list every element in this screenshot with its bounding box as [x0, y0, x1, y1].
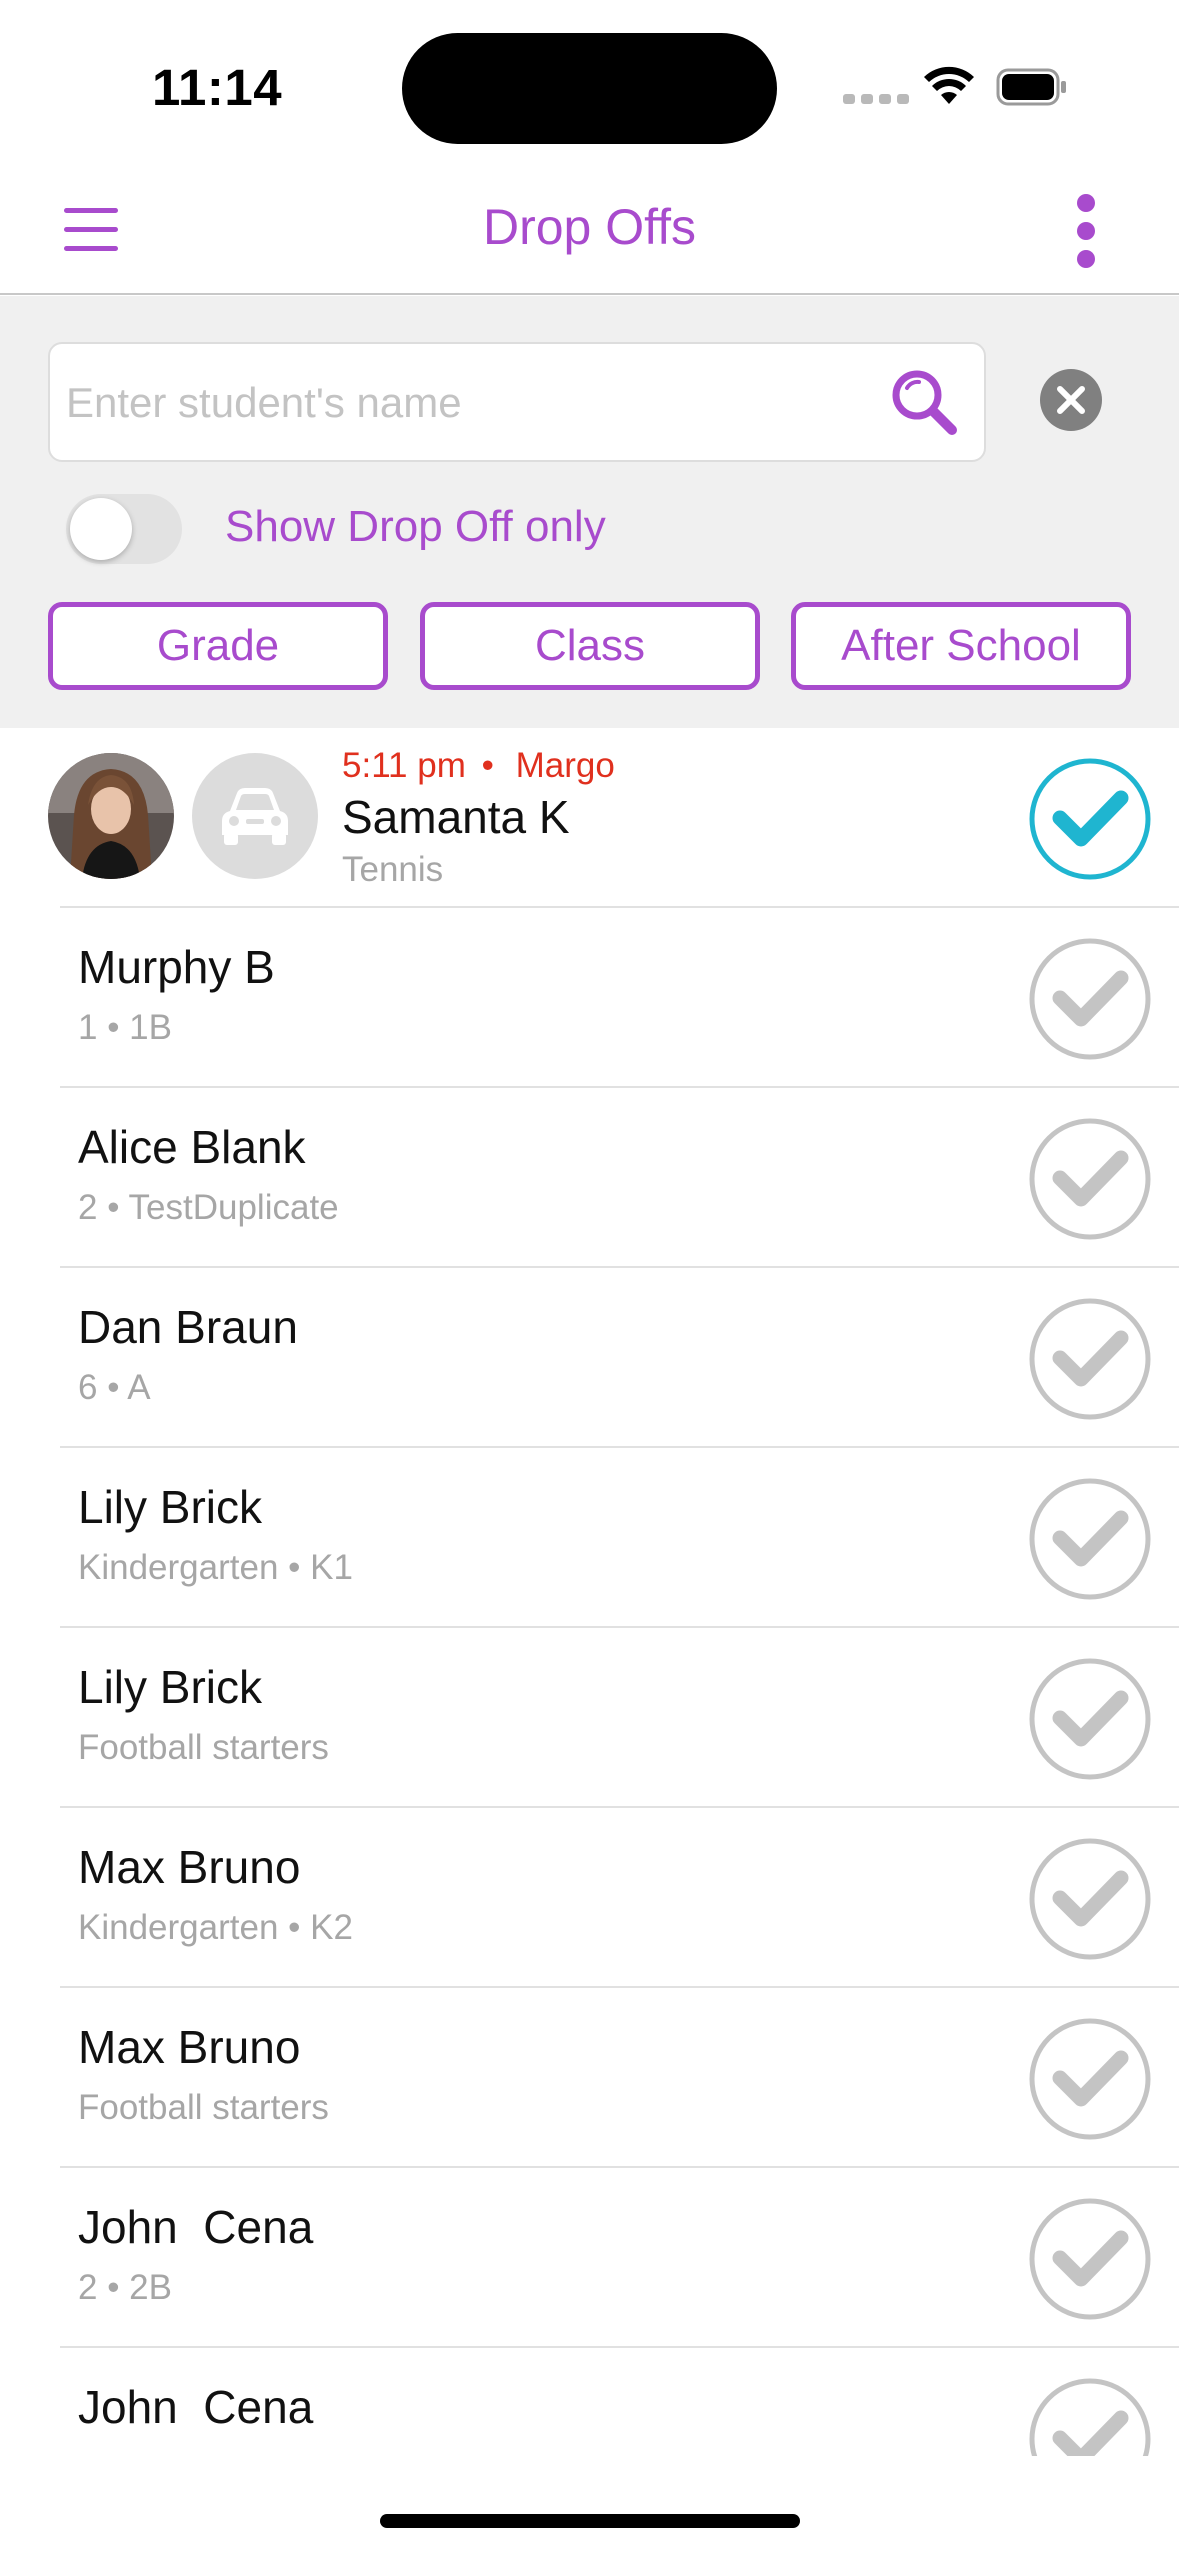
student-name: Max Bruno	[78, 2021, 301, 2073]
more-icon[interactable]	[1064, 190, 1108, 274]
list-item[interactable]: Dan Braun 6 • A	[0, 1268, 1179, 1448]
filter-panel: Show Drop Off only Grade Class After Sch…	[0, 296, 1179, 728]
car-badge	[192, 753, 318, 879]
student-list: 5:11 pm • Margo Samanta K Tennis Murphy …	[0, 728, 1179, 2456]
check-icon[interactable]	[1027, 1296, 1153, 1422]
student-class: Kindergarten • K1	[78, 1548, 353, 1587]
list-item[interactable]: Max Bruno Kindergarten • K2	[0, 1808, 1179, 1988]
signal-icon	[843, 94, 909, 104]
wifi-icon	[924, 66, 974, 104]
list-item[interactable]: Murphy B 1 • 1B	[0, 908, 1179, 1088]
status-time: 11:14	[152, 59, 283, 116]
navigation-bar: Drop Offs	[0, 170, 1179, 295]
list-item[interactable]: John Cena 2 • 2B	[0, 2168, 1179, 2348]
student-class: 6 • A	[78, 1368, 151, 1407]
class-filter-button[interactable]: Class	[420, 602, 760, 690]
check-icon[interactable]	[1027, 756, 1153, 882]
student-name: Alice Blank	[78, 1121, 306, 1173]
student-class: 1 • 1B	[78, 1008, 172, 1047]
student-class: Football starters	[78, 2088, 329, 2127]
student-name: Dan Braun	[78, 1301, 298, 1353]
student-class: 2 • TestDuplicate	[78, 1188, 339, 1227]
list-item[interactable]: 5:11 pm • Margo Samanta K Tennis	[0, 728, 1179, 908]
student-name: John Cena	[78, 2201, 314, 2253]
clear-icon[interactable]	[1040, 369, 1102, 431]
battery-icon	[996, 68, 1066, 106]
check-icon[interactable]	[1027, 1116, 1153, 1242]
search-box	[48, 342, 986, 462]
student-name: Samanta K	[342, 791, 570, 843]
student-class: Tennis	[342, 850, 444, 889]
student-name: Max Bruno	[78, 1841, 301, 1893]
drop-offs-screen: 11:14 Drop Offs Enter student's name Sho…	[0, 0, 1179, 2556]
car-icon	[222, 788, 288, 845]
check-icon[interactable]	[1027, 2196, 1153, 2322]
search-icon[interactable]	[885, 364, 965, 444]
student-name: Lily Brick	[78, 1481, 263, 1533]
list-item[interactable]: John Cena	[0, 2348, 1179, 2456]
list-item[interactable]: Lily Brick Kindergarten • K1	[0, 1448, 1179, 1628]
check-icon[interactable]	[1027, 2016, 1153, 2142]
student-class: Football starters	[78, 1728, 329, 1767]
dynamic-island	[402, 33, 777, 144]
student-name: Murphy B	[78, 941, 275, 993]
check-icon[interactable]	[1027, 2376, 1153, 2456]
check-icon[interactable]	[1027, 936, 1153, 1062]
grade-filter-button[interactable]: Grade	[48, 602, 388, 690]
status-bar: 11:14	[0, 0, 1179, 170]
home-indicator[interactable]	[380, 2514, 800, 2528]
list-item[interactable]: Alice Blank 2 • TestDuplicate	[0, 1088, 1179, 1268]
avatar	[48, 753, 174, 879]
list-item[interactable]: Max Bruno Football starters	[0, 1988, 1179, 2168]
check-icon[interactable]	[1027, 1836, 1153, 1962]
meta-separator: •	[481, 746, 494, 785]
page-title: Drop Offs	[482, 199, 697, 255]
student-name: John Cena	[78, 2381, 314, 2433]
list-item[interactable]: Lily Brick Football starters	[0, 1628, 1179, 1808]
student-class: Kindergarten • K2	[78, 1908, 353, 1947]
check-icon[interactable]	[1027, 1476, 1153, 1602]
student-class: 2 • 2B	[78, 2268, 172, 2307]
dropped-by: Margo	[515, 746, 615, 785]
after-school-filter-button[interactable]: After School	[791, 602, 1131, 690]
drop-off-only-toggle[interactable]	[66, 494, 182, 564]
search-input[interactable]	[66, 364, 886, 442]
drop-off-meta: 5:11 pm • Margo	[342, 746, 615, 786]
student-name: Lily Brick	[78, 1661, 263, 1713]
drop-off-time: 5:11 pm	[342, 746, 466, 785]
toggle-label: Show Drop Off only	[225, 502, 606, 551]
check-icon[interactable]	[1027, 1656, 1153, 1782]
toggle-knob	[70, 498, 132, 560]
